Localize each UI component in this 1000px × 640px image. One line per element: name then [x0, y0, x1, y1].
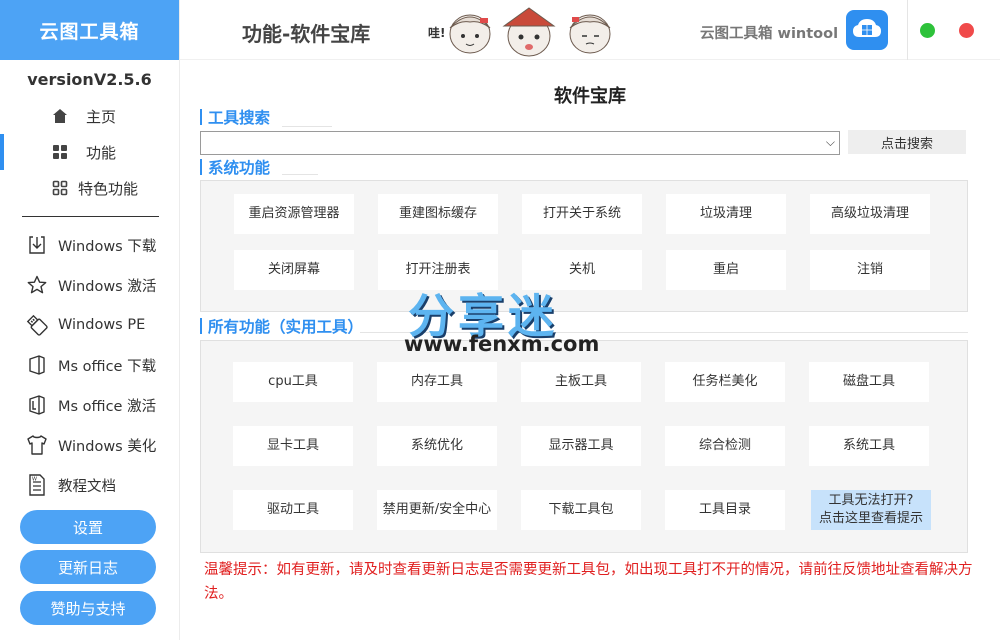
- sidebar-divider: [22, 216, 159, 217]
- app-logo: [846, 10, 888, 50]
- sidebar-item-label: 教程文档: [58, 478, 116, 495]
- section-label-search: 工具搜索: [200, 106, 270, 128]
- driver-tools-button[interactable]: 驱动工具: [233, 490, 353, 530]
- search-input[interactable]: ⌵: [200, 131, 840, 155]
- brand-title: 云图工具箱: [0, 0, 179, 60]
- sidebar-item-label: Ms office 下载: [58, 358, 157, 375]
- gpu-tools-button[interactable]: 显卡工具: [233, 426, 353, 466]
- open-about-system-button[interactable]: 打开关于系统: [522, 194, 642, 234]
- junk-cleanup-button[interactable]: 垃圾清理: [666, 194, 786, 234]
- nav-item-label: 主页: [86, 107, 117, 126]
- star-icon: [26, 274, 48, 296]
- nav-item-functions[interactable]: 功能: [0, 134, 179, 170]
- advanced-junk-cleanup-button[interactable]: 高级垃圾清理: [810, 194, 930, 234]
- monitor-tools-button[interactable]: 显示器工具: [521, 426, 641, 466]
- title-bar: 功能-软件宝库 哇! 云图工具箱 wintool: [180, 0, 1000, 60]
- nav-item-label: 功能: [86, 143, 117, 162]
- motherboard-tools-button[interactable]: 主板工具: [521, 362, 641, 402]
- section-label-text: 工具搜索: [208, 109, 271, 127]
- taskbar-beautify-button[interactable]: 任务栏美化: [665, 362, 785, 402]
- sidebar: 云图工具箱 versionV2.5.6 主页 功能 特色功能 Windows 下…: [0, 0, 180, 640]
- restart-button[interactable]: 重启: [666, 250, 786, 290]
- svg-text:W: W: [32, 477, 37, 483]
- chevron-down-icon: ⌵: [825, 135, 835, 149]
- notice-text: 温馨提示：如有更新，请及时查看更新日志是否需要更新工具包，如出现工具打不开的情况…: [204, 562, 973, 602]
- version-label: versionV2.5.6: [27, 69, 152, 89]
- search-button[interactable]: 点击搜索: [848, 130, 966, 154]
- watermark: 分享迷 www.fenxm.com: [400, 280, 610, 360]
- maximize-button[interactable]: [920, 23, 935, 38]
- cpu-tools-button[interactable]: cpu工具: [233, 362, 353, 402]
- download-icon: [26, 234, 48, 256]
- usb-drive-icon: [26, 314, 48, 336]
- section-label-system: 系统功能: [200, 156, 270, 178]
- tool-nav: Windows 下载 Windows 激活 Windows PE Ms offi…: [0, 225, 179, 505]
- sidebar-item-label: Windows 美化: [58, 438, 157, 455]
- hint-line-2: 点击这里查看提示: [818, 511, 923, 526]
- memory-tools-button[interactable]: 内存工具: [377, 362, 497, 402]
- comprehensive-check-button[interactable]: 综合检测: [665, 426, 785, 466]
- nav-item-label: 特色功能: [78, 179, 139, 198]
- sidebar-item-windows-pe[interactable]: Windows PE: [0, 305, 179, 345]
- cloud-windows-icon: [853, 19, 881, 37]
- help-hint-button[interactable]: 工具无法打开? 点击这里查看提示: [811, 490, 931, 530]
- section-underline: [282, 174, 318, 175]
- titlebar-separator: [907, 0, 908, 60]
- section-bar: [200, 109, 202, 125]
- section-underline: [282, 126, 332, 127]
- sidebar-item-tutorials[interactable]: W 教程文档: [0, 465, 179, 505]
- mascot-illustration: [449, 7, 611, 57]
- logout-button[interactable]: 注销: [810, 250, 930, 290]
- tool-directory-button[interactable]: 工具目录: [665, 490, 785, 530]
- nav-item-home[interactable]: 主页: [0, 98, 179, 134]
- sidebar-item-windows-activate[interactable]: Windows 激活: [0, 265, 179, 305]
- sidebar-item-label: Windows 激活: [58, 278, 157, 295]
- sidebar-item-windows-beautify[interactable]: Windows 美化: [0, 425, 179, 465]
- watermark-url: www.fenxm.com: [404, 332, 600, 356]
- app-name: 云图工具箱 wintool: [700, 26, 839, 42]
- apps-icon: [52, 180, 68, 196]
- system-optimize-button[interactable]: 系统优化: [377, 426, 497, 466]
- sidebar-item-label: Windows 下载: [58, 238, 157, 255]
- disable-update-button[interactable]: 禁用更新/安全中心: [377, 490, 497, 530]
- close-button[interactable]: [959, 23, 974, 38]
- main-title: 软件宝库: [554, 86, 626, 107]
- changelog-button[interactable]: 更新日志: [20, 550, 156, 584]
- sidebar-item-windows-download[interactable]: Windows 下载: [0, 225, 179, 265]
- mascot-speech: 哇!: [428, 26, 446, 40]
- sidebar-item-label: Ms office 激活: [58, 398, 157, 415]
- section-label-all: 所有功能（实用工具）: [200, 315, 363, 337]
- office-icon: [26, 354, 48, 376]
- sidebar-item-office-download[interactable]: Ms office 下载: [0, 345, 179, 385]
- system-tools-button[interactable]: 系统工具: [809, 426, 929, 466]
- section-label-text: 所有功能（实用工具）: [208, 318, 364, 336]
- section-label-text: 系统功能: [208, 159, 271, 177]
- sponsor-button[interactable]: 赞助与支持: [20, 591, 156, 625]
- sidebar-item-office-activate[interactable]: Ms office 激活: [0, 385, 179, 425]
- download-toolkit-button[interactable]: 下载工具包: [521, 490, 641, 530]
- rebuild-icon-cache-button[interactable]: 重建图标缓存: [378, 194, 498, 234]
- nav-item-featured[interactable]: 特色功能: [0, 170, 179, 206]
- settings-button[interactable]: 设置: [20, 510, 156, 544]
- section-bar: [200, 318, 202, 334]
- main-nav: 主页 功能 特色功能: [0, 98, 179, 206]
- sidebar-item-label: Windows PE: [58, 317, 146, 333]
- grid-icon: [52, 144, 68, 160]
- document-icon: W: [26, 474, 48, 496]
- hint-line-1: 工具无法打开?: [828, 493, 914, 508]
- home-icon: [52, 108, 68, 124]
- disk-tools-button[interactable]: 磁盘工具: [809, 362, 929, 402]
- turn-off-screen-button[interactable]: 关闭屏幕: [234, 250, 354, 290]
- all-functions-panel: cpu工具 内存工具 主板工具 任务栏美化 磁盘工具 显卡工具 系统优化 显示器…: [200, 340, 968, 553]
- section-bar: [200, 159, 202, 175]
- office-activate-icon: [26, 394, 48, 416]
- restart-explorer-button[interactable]: 重启资源管理器: [234, 194, 354, 234]
- tshirt-icon: [26, 434, 48, 456]
- page-title: 功能-软件宝库: [242, 22, 371, 46]
